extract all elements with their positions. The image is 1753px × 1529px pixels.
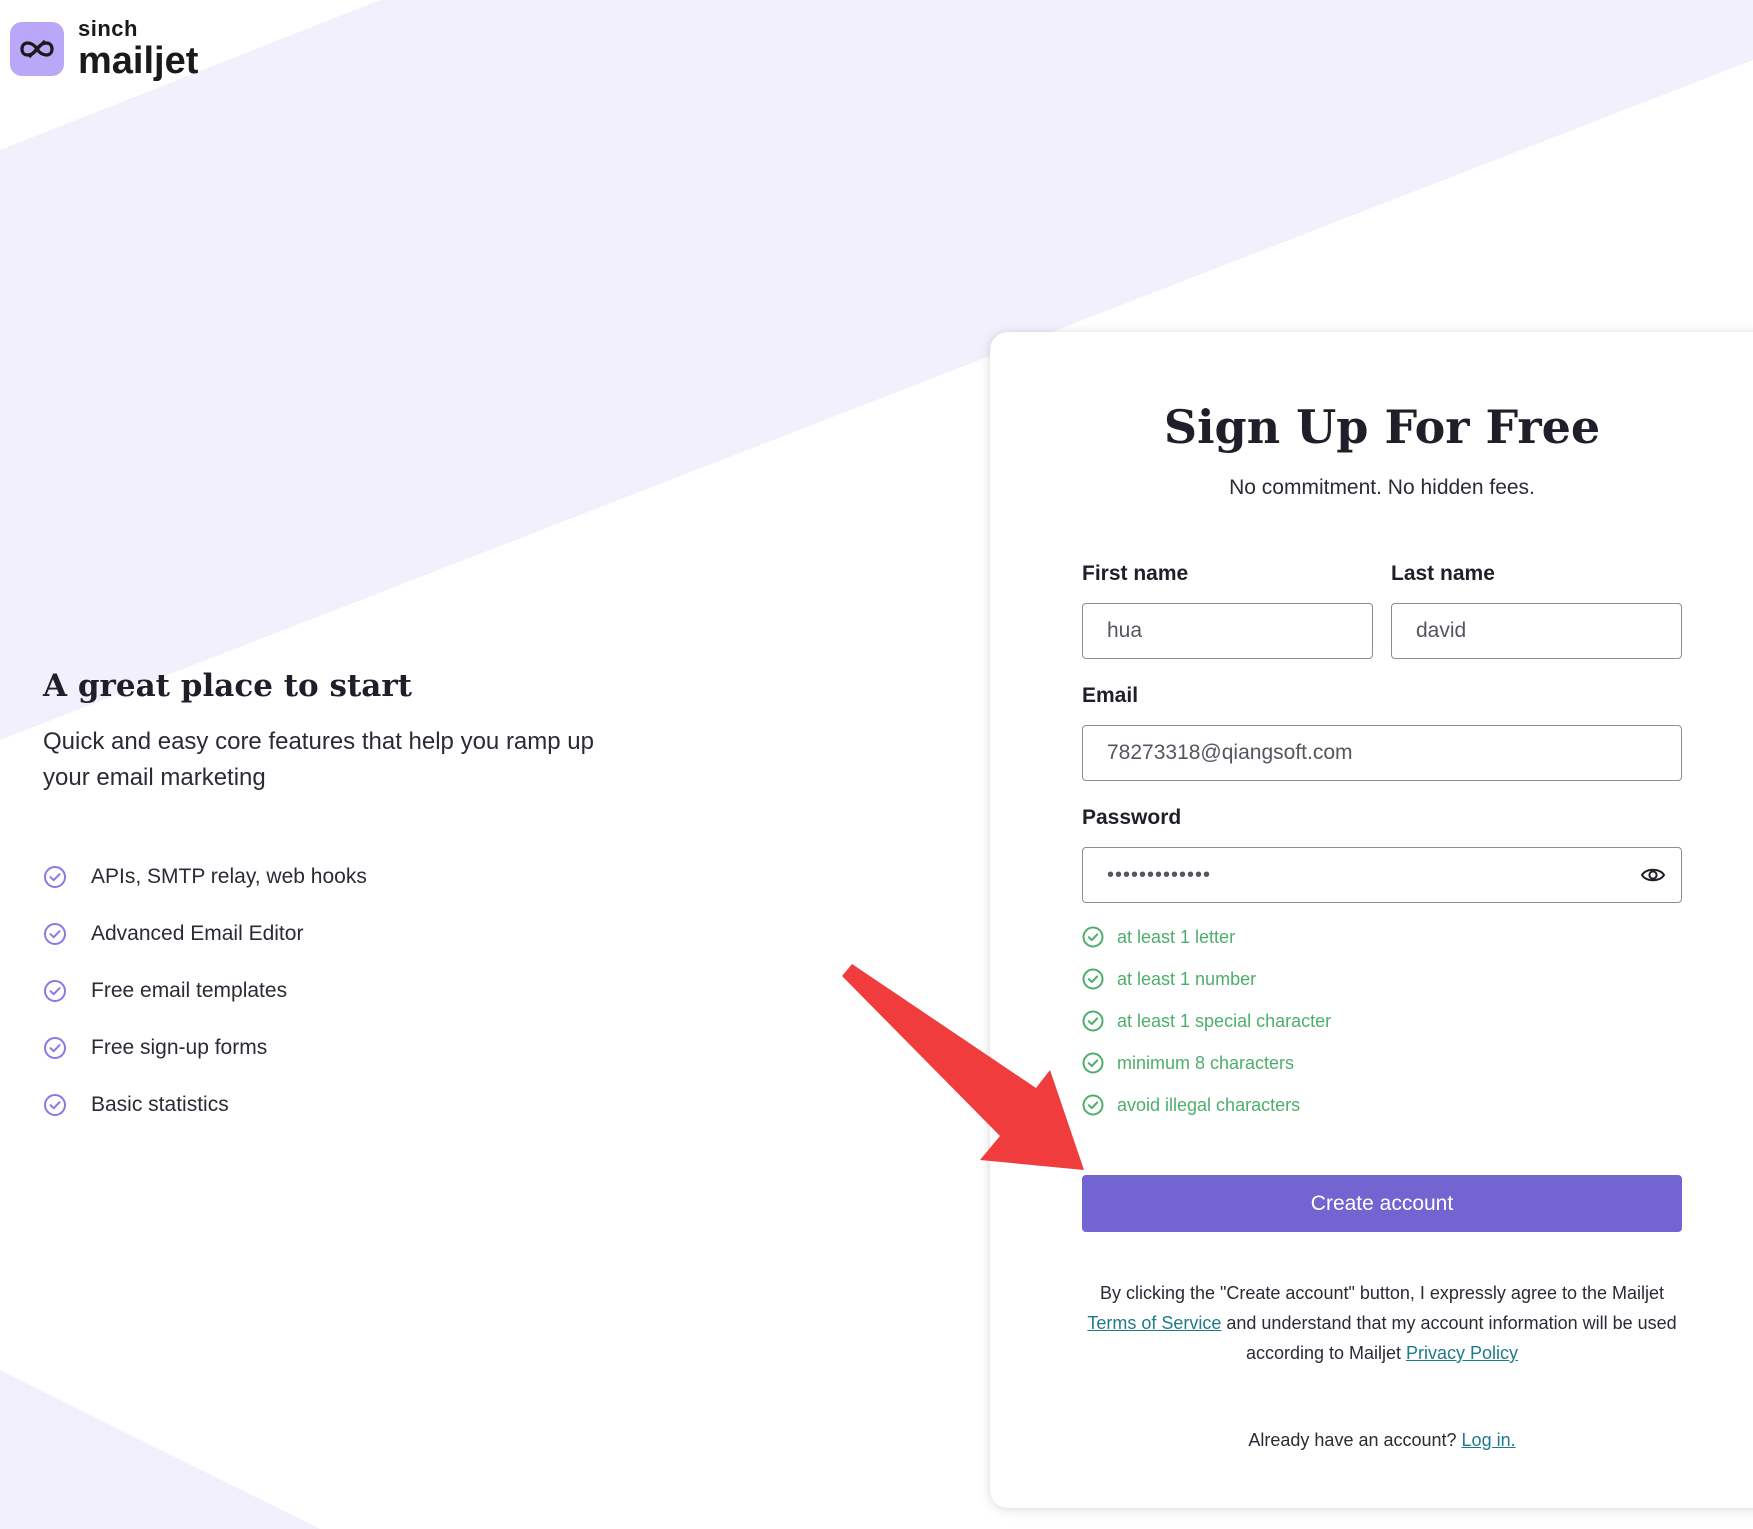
feature-label: Basic statistics (91, 1092, 229, 1116)
password-rule-label: at least 1 letter (1117, 926, 1236, 947)
create-account-button[interactable]: Create account (1082, 1175, 1682, 1232)
feature-label: APIs, SMTP relay, web hooks (91, 864, 367, 888)
promo-panel: A great place to start Quick and easy co… (43, 668, 603, 1133)
password-rule: minimum 8 characters (1082, 1042, 1331, 1084)
signup-card: Sign Up For Free No commitment. No hidde… (990, 332, 1753, 1508)
password-input[interactable] (1082, 847, 1682, 903)
eye-icon[interactable] (1640, 863, 1666, 887)
signup-title: Sign Up For Free (1163, 400, 1601, 454)
password-rule: at least 1 number (1082, 958, 1331, 1000)
check-circle-icon (44, 979, 66, 1002)
password-rule-label: avoid illegal characters (1117, 1094, 1301, 1115)
check-circle-icon (44, 1036, 66, 1059)
privacy-policy-link[interactable]: Privacy Policy (1406, 1343, 1518, 1363)
first-name-input[interactable] (1082, 603, 1373, 659)
signup-subtitle: No commitment. No hidden fees. (1229, 476, 1535, 499)
mailjet-wordmark: mailjet (78, 40, 199, 82)
feature-label: Free email templates (91, 978, 288, 1002)
promo-title: A great place to start (43, 668, 413, 704)
legal-text-start: By clicking the "Create account" button,… (1099, 1283, 1665, 1303)
password-rules: at least 1 letter at least 1 number at l… (1082, 916, 1331, 1126)
sinch-wordmark: sinch (78, 16, 138, 41)
password-rule: avoid illegal characters (1082, 1084, 1331, 1126)
feature-item: Free email templates (43, 962, 603, 1019)
last-name-label: Last name (1391, 562, 1495, 585)
terms-of-service-link[interactable]: Terms of Service (1087, 1313, 1221, 1333)
feature-item: APIs, SMTP relay, web hooks (43, 848, 603, 905)
password-rule-label: at least 1 number (1117, 968, 1257, 989)
email-label: Email (1082, 684, 1139, 707)
password-rule: at least 1 special character (1082, 1000, 1331, 1042)
promo-subtitle: Quick and easy core features that help y… (43, 728, 594, 791)
check-circle-icon (44, 865, 66, 888)
password-label: Password (1082, 806, 1182, 829)
password-field-group: Password (1082, 806, 1682, 903)
feature-item: Basic statistics (43, 1076, 603, 1133)
password-rule-label: minimum 8 characters (1117, 1052, 1295, 1073)
login-prompt: Already have an account? Log in. (1082, 1430, 1682, 1451)
legal-notice: By clicking the "Create account" button,… (1082, 1278, 1682, 1368)
password-rule: at least 1 letter (1082, 916, 1331, 958)
feature-label: Free sign-up forms (91, 1035, 268, 1059)
feature-item: Advanced Email Editor (43, 905, 603, 962)
red-arrow-annotation-icon (842, 964, 1084, 1170)
first-name-label: First name (1082, 562, 1189, 585)
check-circle-icon (44, 922, 66, 945)
feature-label: Advanced Email Editor (91, 921, 304, 945)
feature-item: Free sign-up forms (43, 1019, 603, 1076)
password-rule-label: at least 1 special character (1117, 1010, 1332, 1031)
infinity-logo-icon (10, 22, 64, 76)
check-circle-icon (44, 1093, 66, 1116)
email-field-group: Email (1082, 684, 1682, 781)
login-link[interactable]: Log in. (1462, 1430, 1516, 1450)
email-input[interactable] (1082, 725, 1682, 781)
login-prompt-text: Already have an account? (1248, 1430, 1462, 1450)
mailjet-logo[interactable]: sinch mailjet (10, 18, 198, 80)
name-fields: First name Last name (1082, 562, 1682, 659)
feature-list: APIs, SMTP relay, web hooks Advanced Ema… (43, 848, 603, 1133)
check-circle-icon (1082, 926, 1104, 948)
last-name-input[interactable] (1391, 603, 1682, 659)
